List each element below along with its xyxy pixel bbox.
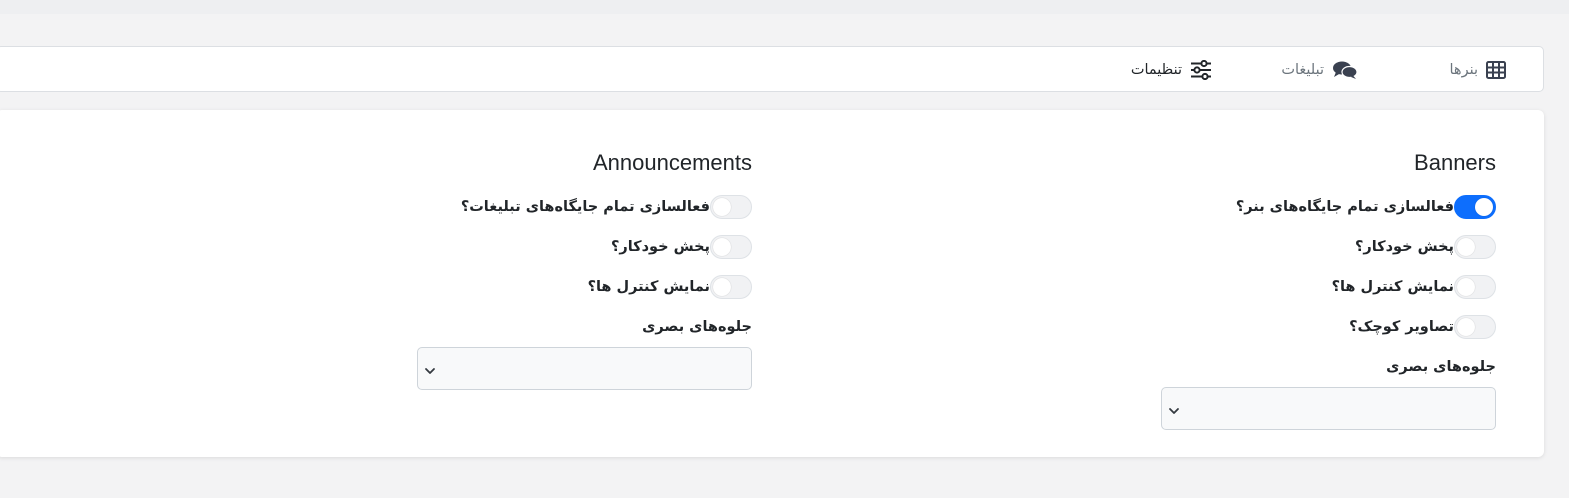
ann-show-controls-switch[interactable] [710, 275, 752, 299]
banners-show-controls-switch[interactable] [1454, 275, 1496, 299]
sliders-icon [1190, 60, 1212, 80]
ann-show-controls-label: نمایش کنترل ها؟ [587, 279, 710, 295]
tab-bar: بنرها تبلیغات تنظیمات [0, 46, 1544, 92]
ann-effects-label: جلوه‌های بصری [642, 319, 752, 335]
tab-settings-label: تنظیمات [1130, 62, 1182, 78]
table-grid-icon [1486, 61, 1506, 79]
announcements-title: Announcements [593, 150, 752, 175]
tab-settings[interactable]: تنظیمات [1131, 47, 1212, 93]
tab-ads[interactable]: تبلیغات [1281, 47, 1358, 93]
ann-effects-select[interactable] [417, 347, 752, 390]
banners-enable-all-label: فعالسازی تمام جایگاه‌های بنر؟ [1235, 199, 1454, 215]
chevron-down-icon [424, 362, 436, 381]
tab-banners-label: بنرها [1449, 62, 1478, 78]
banners-effects-select[interactable] [1161, 387, 1496, 430]
banners-title: Banners [1414, 150, 1496, 175]
ann-enable-all-label: فعالسازی تمام جایگاه‌های تبلیغات؟ [460, 199, 710, 215]
banners-autoplay-row: پخش خودکار؟ [1156, 227, 1496, 267]
ann-enable-all-row: فعالسازی تمام جایگاه‌های تبلیغات؟ [412, 187, 752, 227]
ann-autoplay-row: پخش خودکار؟ [412, 227, 752, 267]
banners-thumbnails-row: تصاویر کوچک؟ [1156, 307, 1496, 347]
top-strip [0, 0, 1569, 14]
settings-card: Banners فعالسازی تمام جایگاه‌های بنر؟ پخ… [0, 110, 1544, 457]
banners-section: Banners فعالسازی تمام جایگاه‌های بنر؟ پخ… [1156, 148, 1496, 430]
comments-icon [1332, 60, 1358, 80]
banners-thumbnails-label: تصاویر کوچک؟ [1349, 319, 1454, 335]
banners-enable-all-switch[interactable] [1454, 195, 1496, 219]
announcements-section: Announcements فعالسازی تمام جایگاه‌های ت… [412, 148, 752, 390]
ann-autoplay-switch[interactable] [710, 235, 752, 259]
ann-enable-all-switch[interactable] [710, 195, 752, 219]
banners-effects-label: جلوه‌های بصری [1386, 359, 1496, 375]
chevron-down-icon [1168, 402, 1180, 421]
banners-autoplay-switch[interactable] [1454, 235, 1496, 259]
banners-enable-all-row: فعالسازی تمام جایگاه‌های بنر؟ [1156, 187, 1496, 227]
ann-show-controls-row: نمایش کنترل ها؟ [412, 267, 752, 307]
banners-show-controls-row: نمایش کنترل ها؟ [1156, 267, 1496, 307]
ann-autoplay-label: پخش خودکار؟ [610, 239, 710, 255]
banners-thumbnails-switch[interactable] [1454, 315, 1496, 339]
tab-banners[interactable]: بنرها [1450, 47, 1506, 93]
tab-ads-label: تبلیغات [1281, 62, 1324, 78]
banners-show-controls-label: نمایش کنترل ها؟ [1331, 279, 1454, 295]
banners-autoplay-label: پخش خودکار؟ [1354, 239, 1454, 255]
